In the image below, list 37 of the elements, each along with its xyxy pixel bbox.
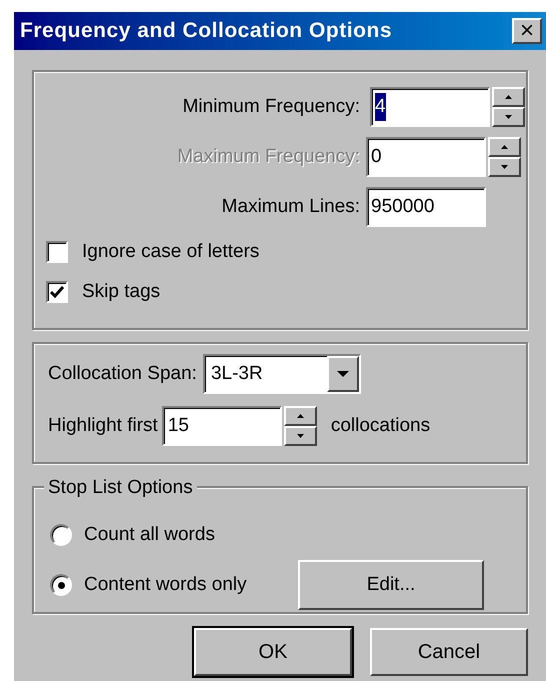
down-arrow-icon	[296, 434, 304, 438]
dropdown-arrow-icon	[336, 371, 349, 377]
down-arrow-icon	[505, 115, 512, 119]
up-arrow-icon	[505, 95, 512, 99]
checkbox-label: Ignore case of letters	[82, 240, 260, 264]
radio-label: Content words only	[84, 572, 248, 597]
up-arrow-icon	[501, 145, 508, 149]
spin-down-button[interactable]	[488, 157, 521, 177]
radio-button[interactable]	[50, 524, 72, 546]
spin-up-button[interactable]	[488, 137, 521, 157]
spin-down-button[interactable]	[492, 107, 525, 127]
window-title: Frequency and Collocation Options	[20, 18, 392, 44]
close-button[interactable]: ×	[512, 18, 542, 44]
collocations-label: collocations	[330, 414, 430, 438]
radio-label: Count all words	[84, 522, 216, 547]
number-field[interactable]: 950000	[366, 187, 486, 227]
span-dropdown[interactable]: 3L-3R	[202, 354, 361, 394]
spin-up-button[interactable]	[492, 87, 525, 107]
field-label: Maximum Lines:	[220, 194, 361, 219]
spin-down-button[interactable]	[284, 426, 317, 446]
checkbox-label: Skip tags	[82, 280, 160, 304]
up-arrow-icon	[296, 414, 304, 418]
dialog-button[interactable]: Cancel	[370, 628, 528, 676]
down-arrow-icon	[501, 165, 508, 169]
edit-button[interactable]: Edit...	[298, 560, 484, 610]
number-field[interactable]: 4	[370, 87, 490, 127]
field-label: Minimum Frequency:	[182, 94, 361, 119]
highlight-label: Highlight first	[48, 414, 158, 438]
spin-up-button[interactable]	[284, 406, 317, 426]
checkbox[interactable]	[46, 281, 68, 303]
checkbox[interactable]	[46, 241, 68, 263]
dialog-button[interactable]: OK	[194, 628, 352, 676]
field-label: Maximum Frequency:	[176, 144, 361, 169]
check-icon	[50, 286, 64, 298]
number-field[interactable]: 15	[162, 406, 282, 446]
radio-button[interactable]	[50, 574, 72, 596]
span-label: Collocation Span:	[48, 362, 197, 386]
